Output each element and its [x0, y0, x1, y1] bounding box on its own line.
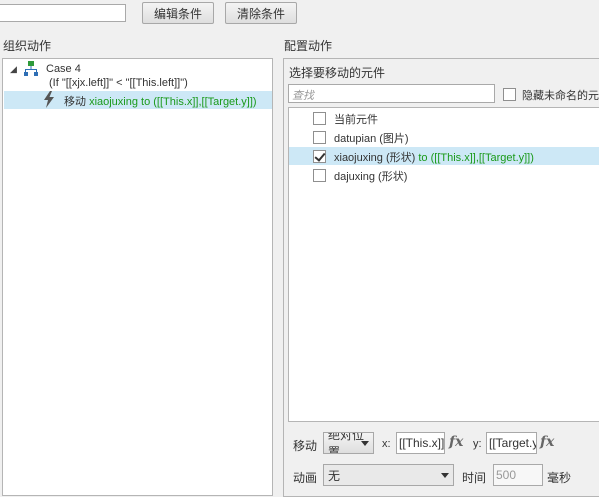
- chevron-down-icon: [441, 473, 449, 478]
- clear-condition-button[interactable]: 清除条件: [225, 2, 297, 24]
- move-mode-dropdown[interactable]: 绝对位置: [323, 432, 374, 454]
- time-label: 时间: [462, 471, 487, 485]
- widget-row-current[interactable]: 当前元件: [289, 109, 599, 127]
- lightning-bolt-icon: [44, 91, 54, 108]
- choose-widget-label: 选择要移动的元件: [289, 66, 386, 80]
- widget-checkbox[interactable]: [313, 131, 326, 144]
- y-label: y:: [473, 438, 482, 450]
- hide-unnamed-checkbox[interactable]: [503, 88, 516, 101]
- widget-move-target: to ([[This.x]],[[Target.y]]): [415, 152, 534, 164]
- edit-condition-button[interactable]: 编辑条件: [142, 2, 214, 24]
- widget-label: datupian (图片): [334, 133, 409, 145]
- y-input[interactable]: [[Target.y]]: [486, 432, 537, 454]
- organize-actions-title: 组织动作: [3, 39, 52, 53]
- chevron-down-icon: [361, 441, 369, 446]
- move-label: 移动: [293, 439, 318, 453]
- x-label: x:: [382, 438, 391, 450]
- widget-row-xiaojuxing[interactable]: xiaojuxing (形状) to ([[This.x]],[[Target.…: [289, 147, 599, 165]
- case-name[interactable]: Case 4: [46, 63, 81, 75]
- widget-checkbox[interactable]: [313, 112, 326, 125]
- hide-unnamed-label: 隐藏未命名的元件: [522, 90, 599, 102]
- case-condition: (If "[[xjx.left]]" < "[[This.left]]"): [49, 77, 188, 89]
- action-description[interactable]: 移动 xiaojuxing to ([[This.x]],[[Target.y]…: [64, 93, 257, 109]
- search-input[interactable]: 查找: [288, 84, 495, 103]
- x-input[interactable]: [[This.x]]: [396, 432, 445, 454]
- y-fx-icon[interactable]: fx: [540, 434, 554, 450]
- condition-text-field[interactable]: [0, 4, 126, 22]
- case-tree-icon: [24, 61, 38, 76]
- widget-checkbox[interactable]: [313, 169, 326, 182]
- widget-row-datupian[interactable]: datupian (图片): [289, 128, 599, 146]
- widget-label: xiaojuxing (形状) to ([[This.x]],[[Target.…: [334, 149, 534, 165]
- animation-value: 无: [328, 468, 341, 483]
- animation-dropdown[interactable]: 无: [323, 464, 454, 486]
- action-verb: 移动: [64, 96, 86, 108]
- widget-name: xiaojuxing (形状): [334, 152, 416, 164]
- widget-row-dajuxing[interactable]: dajuxing (形状): [289, 166, 599, 184]
- collapse-triangle-icon[interactable]: ◢: [10, 64, 17, 75]
- time-input[interactable]: 500: [493, 464, 543, 486]
- actions-tree-panel: [2, 58, 273, 496]
- milliseconds-label: 毫秒: [547, 471, 572, 485]
- widget-label: dajuxing (形状): [334, 171, 408, 183]
- widget-label: 当前元件: [334, 114, 378, 126]
- configure-action-title: 配置动作: [284, 39, 333, 53]
- x-fx-icon[interactable]: fx: [449, 434, 463, 450]
- widget-checkbox-checked[interactable]: [313, 150, 326, 163]
- action-target: xiaojuxing to ([[This.x]],[[Target.y]]): [89, 96, 257, 108]
- animation-label: 动画: [293, 471, 318, 485]
